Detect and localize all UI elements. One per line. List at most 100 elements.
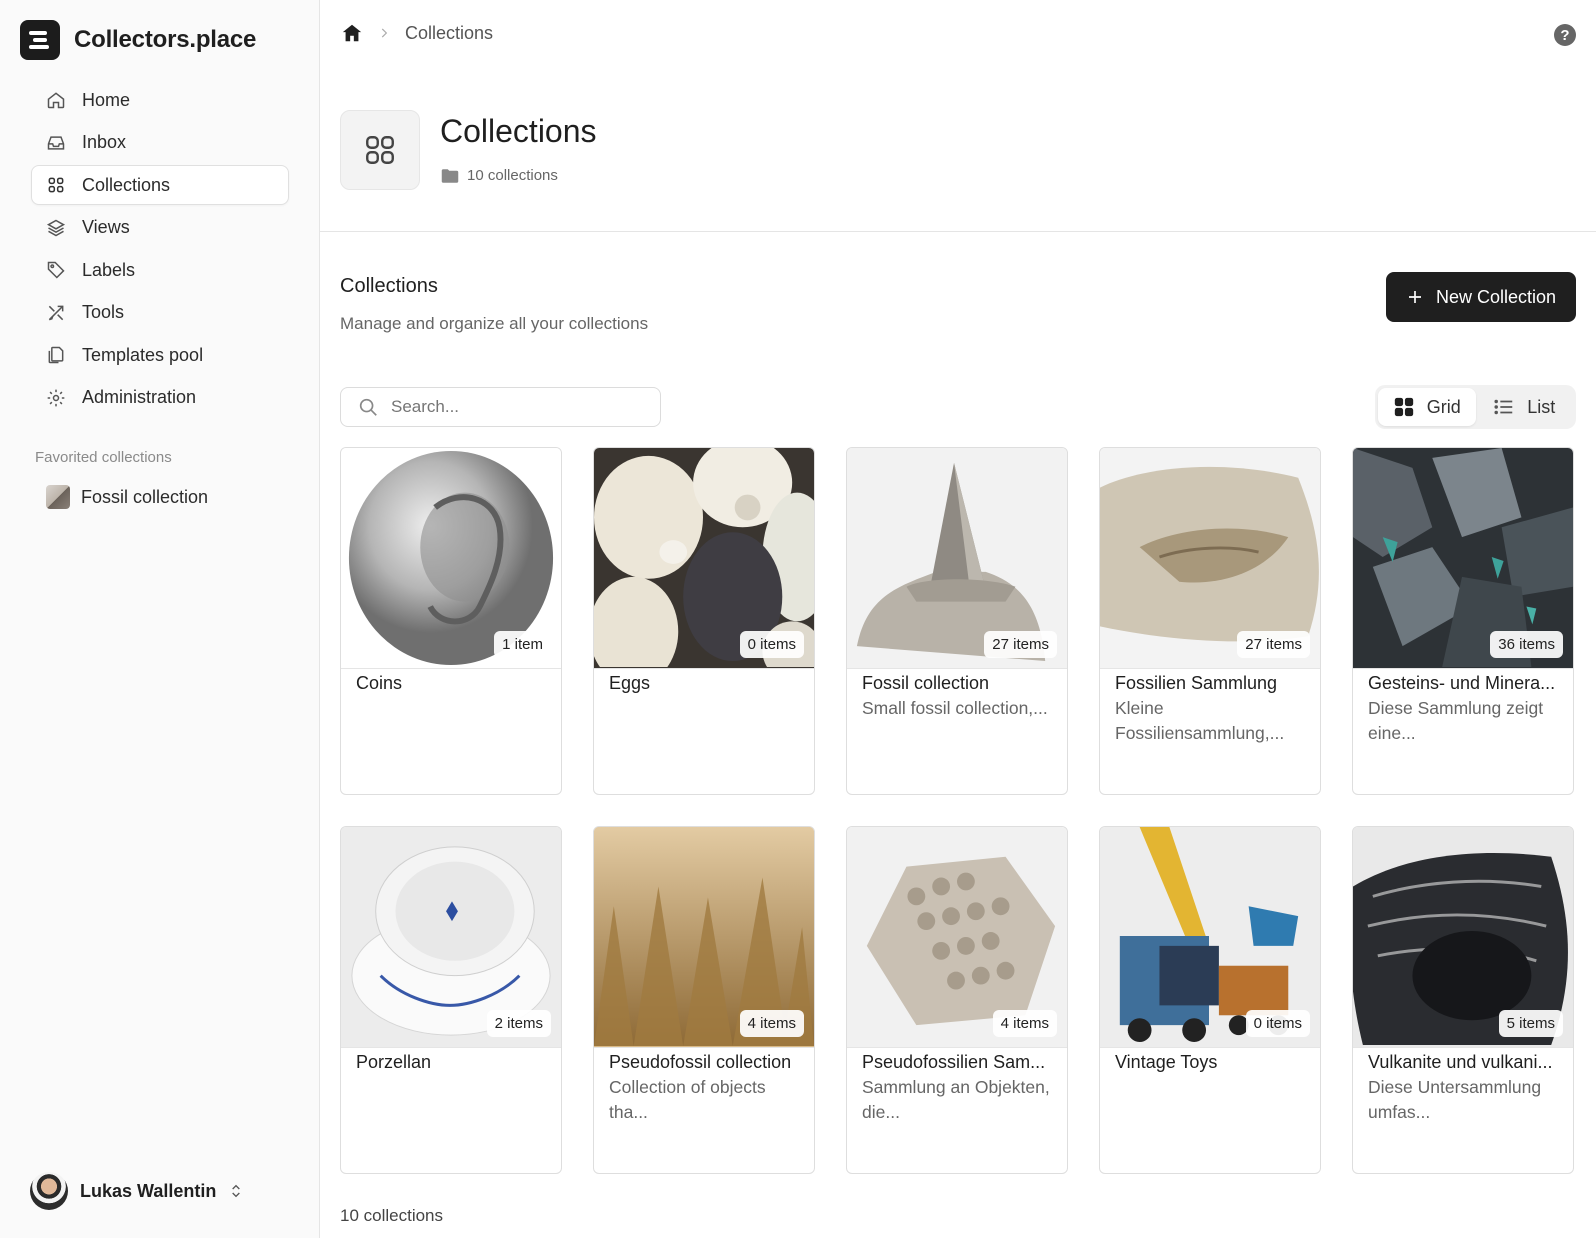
item-count-badge: 36 items (1490, 631, 1563, 658)
collections-header-icon (340, 110, 420, 190)
collection-thumbnail: 27 items (1100, 448, 1320, 669)
tag-icon (47, 261, 65, 279)
help-icon[interactable]: ? (1554, 24, 1576, 46)
folder-icon (441, 168, 459, 183)
collection-card-eggs[interactable]: 0 items Eggs (593, 447, 815, 795)
item-count-badge: 0 items (1245, 1010, 1310, 1037)
collection-title: Vintage Toys (1115, 1052, 1218, 1072)
item-count-badge: 5 items (1498, 1010, 1563, 1037)
sidebar-item-tools[interactable]: Tools (31, 293, 289, 333)
main-content: Collections ? Collections 10 collections… (320, 0, 1596, 1238)
item-count-badge: 4 items (992, 1010, 1057, 1037)
collection-thumbnail: 4 items (847, 827, 1067, 1048)
collection-card-pseudofossil-collection[interactable]: 4 items Pseudofossil collection Collecti… (593, 826, 815, 1174)
brand-name: Collectors.place (74, 26, 257, 53)
collection-card-gesteins-und-mineralien[interactable]: 36 items Gesteins- und Minera... Diese S… (1352, 447, 1574, 795)
favorite-item-fossil-collection[interactable]: Fossil collection (46, 485, 208, 509)
sidebar-item-templates-pool[interactable]: Templates pool (31, 335, 289, 375)
footer-collection-count: 10 collections (340, 1206, 444, 1225)
sidebar-item-label: Labels (82, 259, 136, 280)
favorite-item-label: Fossil collection (81, 486, 209, 507)
search-box[interactable] (340, 387, 661, 427)
user-name: Lukas Wallentin (80, 1180, 217, 1201)
sidebar: Collectors.place Home Inbox Collections … (0, 0, 320, 1238)
brand[interactable]: Collectors.place (20, 20, 256, 60)
collection-card-pseudofossilien-sammlung[interactable]: 4 items Pseudofossilien Sam... Sammlung … (846, 826, 1068, 1174)
collection-title: Fossil collection (862, 673, 990, 693)
brand-logo-icon (20, 20, 60, 60)
gear-icon (47, 389, 65, 406)
sidebar-item-administration[interactable]: Administration (31, 378, 289, 418)
collection-title: Fossilien Sammlung (1115, 673, 1278, 693)
sidebar-item-label: Views (82, 217, 130, 237)
collection-thumbnail: 0 items (1100, 827, 1320, 1048)
collection-description: Diese Sammlung zeigt eine... (1368, 698, 1544, 743)
item-count-badge: 4 items (739, 1010, 804, 1037)
sidebar-item-home[interactable]: Home (31, 80, 289, 120)
collection-card-fossil-collection[interactable]: 27 items Fossil collection Small fossil … (846, 447, 1068, 795)
new-collection-button[interactable]: New Collection (1386, 272, 1576, 322)
collection-thumbnail: 5 items (1353, 827, 1573, 1048)
collection-title: Pseudofossilien Sam... (862, 1052, 1046, 1072)
sidebar-item-inbox[interactable]: Inbox (31, 123, 289, 163)
collection-description: Diese Untersammlung umfas... (1368, 1077, 1542, 1122)
collection-title: Pseudofossil collection (609, 1052, 792, 1072)
view-toggle: Grid List (1375, 385, 1576, 429)
collection-description: Sammlung an Objekten, die... (862, 1077, 1050, 1122)
sidebar-item-label: Tools (82, 302, 125, 322)
search-icon (359, 398, 377, 416)
item-count-badge: 0 items (739, 631, 804, 658)
item-count-badge: 27 items (984, 631, 1057, 658)
item-count-badge: 1 item (494, 631, 551, 658)
new-collection-label: New Collection (1435, 286, 1557, 307)
grid-view-icon (1394, 397, 1413, 417)
collection-title: Coins (356, 673, 403, 693)
plus-icon (1408, 291, 1421, 303)
sidebar-item-views[interactable]: Views (31, 208, 289, 248)
breadcrumb-current[interactable]: Collections (405, 23, 493, 44)
collection-card-vulkanite[interactable]: 5 items Vulkanite und vulkani... Diese U… (1352, 826, 1574, 1174)
header-divider (320, 231, 1596, 232)
home-icon (47, 92, 65, 109)
collection-card-porzellan[interactable]: 2 items Porzellan (340, 826, 562, 1174)
inbox-icon (47, 135, 65, 150)
collection-title: Eggs (609, 673, 651, 693)
avatar (30, 1172, 68, 1210)
layers-icon (46, 219, 66, 236)
collection-title: Porzellan (356, 1052, 432, 1072)
breadcrumb: Collections (341, 22, 493, 44)
collection-card-coins[interactable]: 1 item Coins (340, 447, 562, 795)
collection-thumbnail: 4 items (594, 827, 814, 1048)
section-subtitle: Manage and organize all your collections (340, 314, 649, 333)
page-meta: 10 collections (441, 167, 558, 184)
sidebar-item-label: Templates pool (82, 344, 204, 365)
list-view-button[interactable]: List (1476, 388, 1574, 426)
grid-icon (48, 177, 64, 193)
user-menu[interactable]: Lukas Wallentin (30, 1172, 244, 1210)
favorites-heading: Favorited collections (35, 449, 172, 466)
collection-thumbnail: 2 items (341, 827, 561, 1048)
page-title: Collections (440, 113, 597, 149)
sidebar-item-label: Inbox (82, 132, 127, 152)
sidebar-item-labels[interactable]: Labels (31, 250, 289, 290)
list-view-icon (1494, 399, 1513, 415)
item-count-badge: 27 items (1237, 631, 1310, 658)
sidebar-nav: Home Inbox Collections Views Labels Tool… (31, 80, 289, 420)
tools-icon (48, 305, 64, 320)
collection-description: Small fossil collection,... (862, 698, 1048, 718)
sidebar-item-label: Administration (82, 387, 197, 407)
sidebar-item-collections[interactable]: Collections (31, 165, 289, 205)
collection-card-vintage-toys[interactable]: 0 items Vintage Toys (1099, 826, 1321, 1174)
collection-thumbnail: 1 item (341, 448, 561, 669)
grid-view-button[interactable]: Grid (1378, 388, 1476, 426)
search-input[interactable] (391, 397, 621, 417)
collection-description: Collection of objects tha... (609, 1077, 766, 1122)
collection-title: Vulkanite und vulkani... (1368, 1052, 1553, 1072)
collection-card-fossilien-sammlung[interactable]: 27 items Fossilien Sammlung Kleine Fossi… (1099, 447, 1321, 795)
collection-thumbnail: 36 items (1353, 448, 1573, 669)
home-icon[interactable] (341, 22, 363, 44)
section-title: Collections (340, 275, 438, 297)
collection-thumbnail: 0 items (594, 448, 814, 669)
collections-grid: 1 item Coins 0 items Eggs 27 items Fossi… (340, 447, 1574, 1174)
grid-view-label: Grid (1426, 396, 1461, 417)
